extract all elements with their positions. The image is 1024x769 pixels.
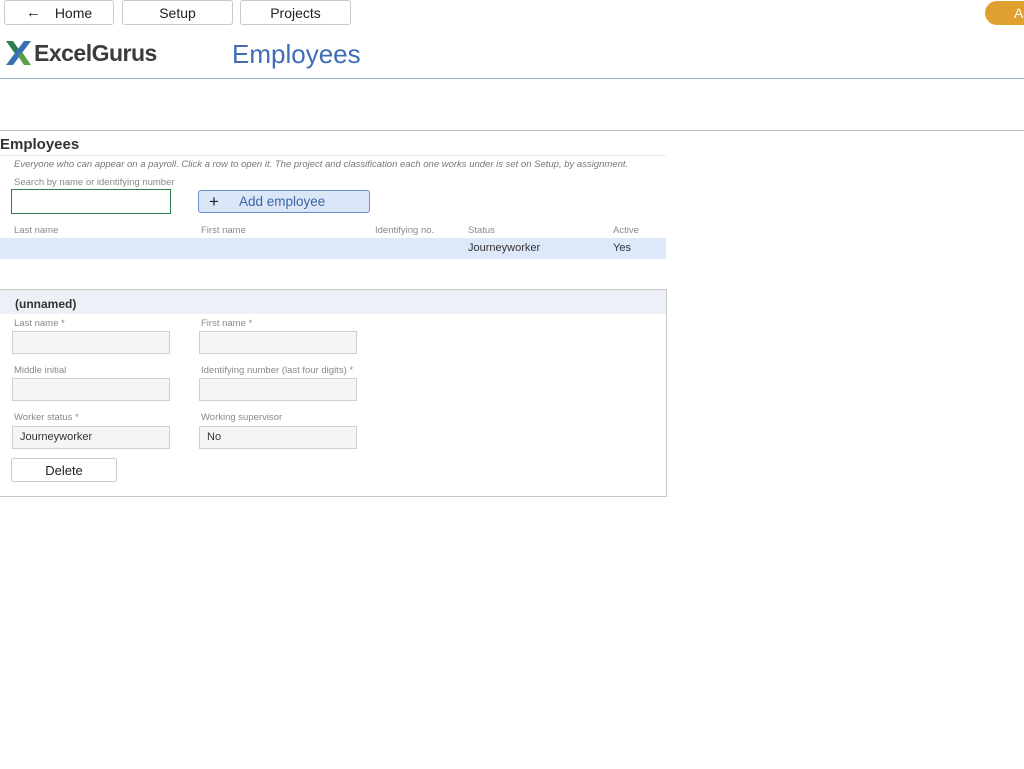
logo-text: ExcelGurus	[34, 39, 157, 66]
home-button[interactable]: ← Home	[4, 0, 114, 25]
working-supervisor-select[interactable]: No	[199, 426, 357, 449]
plus-icon: +	[209, 191, 219, 211]
add-employee-button[interactable]: + Add employee	[198, 190, 370, 213]
middle-initial-field[interactable]	[12, 378, 170, 401]
page-title: Employees	[232, 39, 361, 69]
first-name-field[interactable]	[199, 331, 357, 354]
header-divider	[0, 78, 1024, 79]
search-input[interactable]	[11, 189, 171, 214]
table-row[interactable]	[0, 238, 666, 259]
section-description: Everyone who can appear on a payroll. Cl…	[14, 159, 629, 170]
detail-title: (unnamed)	[15, 297, 77, 311]
search-label: Search by name or identifying number	[14, 177, 175, 188]
last-name-label: Last name *	[14, 318, 65, 329]
add-employee-label: Add employee	[239, 194, 326, 209]
cell-active: Yes	[613, 242, 631, 254]
projects-button[interactable]: Projects	[240, 0, 351, 25]
working-supervisor-label: Working supervisor	[201, 412, 283, 423]
excelgurus-logo: ExcelGurus	[5, 40, 157, 66]
home-label: Home	[54, 4, 93, 21]
delete-button[interactable]: Delete	[11, 458, 117, 482]
cell-status: Journeyworker	[468, 242, 541, 254]
back-arrow-icon: ←	[25, 4, 41, 21]
column-header-identifying-no[interactable]: Identifying no.	[375, 225, 434, 236]
excelgurus-logo-icon	[6, 41, 31, 65]
identifying-number-label: Identifying number (last four digits) *	[201, 365, 354, 376]
setup-button[interactable]: Setup	[122, 0, 233, 25]
last-name-field[interactable]	[12, 331, 170, 354]
column-header-active[interactable]: Active	[613, 225, 639, 236]
identifying-number-field[interactable]	[199, 378, 357, 401]
column-header-status[interactable]: Status	[468, 225, 495, 236]
first-name-label: First name *	[201, 318, 253, 329]
toolbar-divider	[0, 130, 1024, 131]
section-title: Employees	[0, 136, 80, 153]
worker-status-select[interactable]: Journeyworker	[12, 426, 170, 449]
middle-initial-label: Middle initial	[14, 365, 67, 376]
column-header-first-name[interactable]: First name	[201, 225, 246, 236]
column-header-last-name[interactable]: Last name	[14, 225, 58, 236]
account-button[interactable]: A	[985, 1, 1024, 25]
section-divider	[0, 155, 666, 156]
worker-status-label: Worker status *	[14, 412, 79, 423]
detail-header	[0, 290, 666, 314]
